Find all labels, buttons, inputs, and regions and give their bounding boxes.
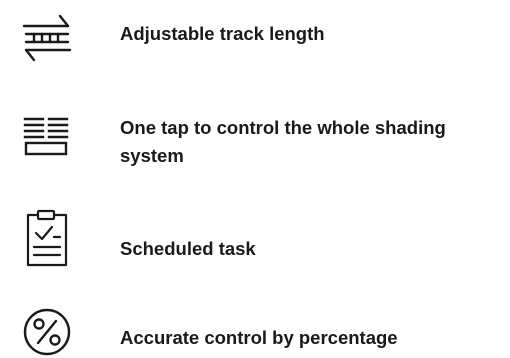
- feature-label: Accurate control by percentage: [120, 327, 398, 348]
- shading-system-icon: [23, 117, 69, 156]
- feature-label: One tap to control the whole shading sys…: [120, 117, 446, 166]
- clipboard-checklist-icon: [26, 209, 68, 267]
- feature-item-shading-system: One tap to control the whole shading sys…: [0, 100, 510, 190]
- feature-label: Adjustable track length: [120, 23, 325, 44]
- feature-item-track-length: Adjustable track length: [0, 0, 510, 80]
- feature-item-scheduled-task: Scheduled task: [0, 205, 510, 275]
- feature-label: Scheduled task: [120, 238, 256, 259]
- feature-item-percentage: Accurate control by percentage: [0, 295, 510, 358]
- feature-list: Adjustable track length One tap to contr…: [0, 0, 510, 358]
- adjustable-track-icon: [22, 14, 72, 62]
- percentage-icon: [23, 308, 71, 356]
